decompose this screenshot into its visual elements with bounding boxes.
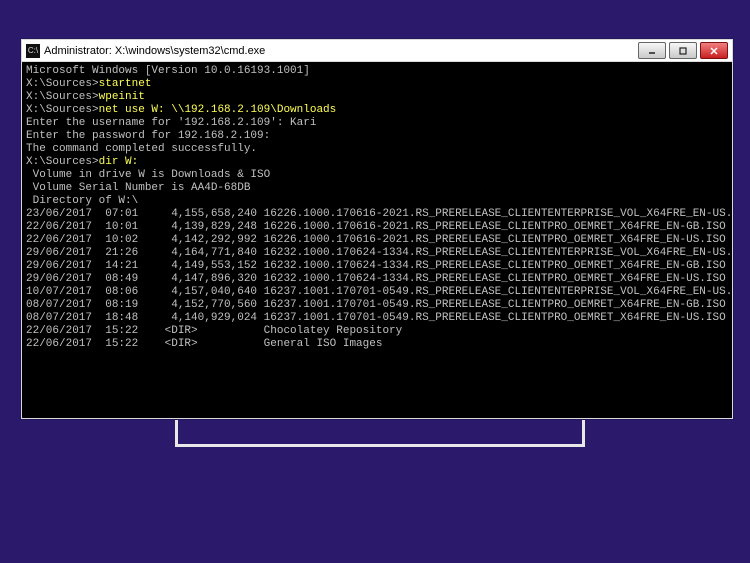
window-controls <box>638 42 732 59</box>
console-output[interactable]: Microsoft Windows [Version 10.0.16193.10… <box>22 62 732 418</box>
cmd-icon: C:\ <box>26 44 40 58</box>
titlebar[interactable]: C:\ Administrator: X:\windows\system32\c… <box>22 40 732 62</box>
window-title: Administrator: X:\windows\system32\cmd.e… <box>44 45 638 57</box>
minimize-button[interactable] <box>638 42 666 59</box>
maximize-button[interactable] <box>669 42 697 59</box>
cmd-window: C:\ Administrator: X:\windows\system32\c… <box>21 39 733 419</box>
annotation-callout <box>175 420 585 447</box>
close-button[interactable] <box>700 42 728 59</box>
